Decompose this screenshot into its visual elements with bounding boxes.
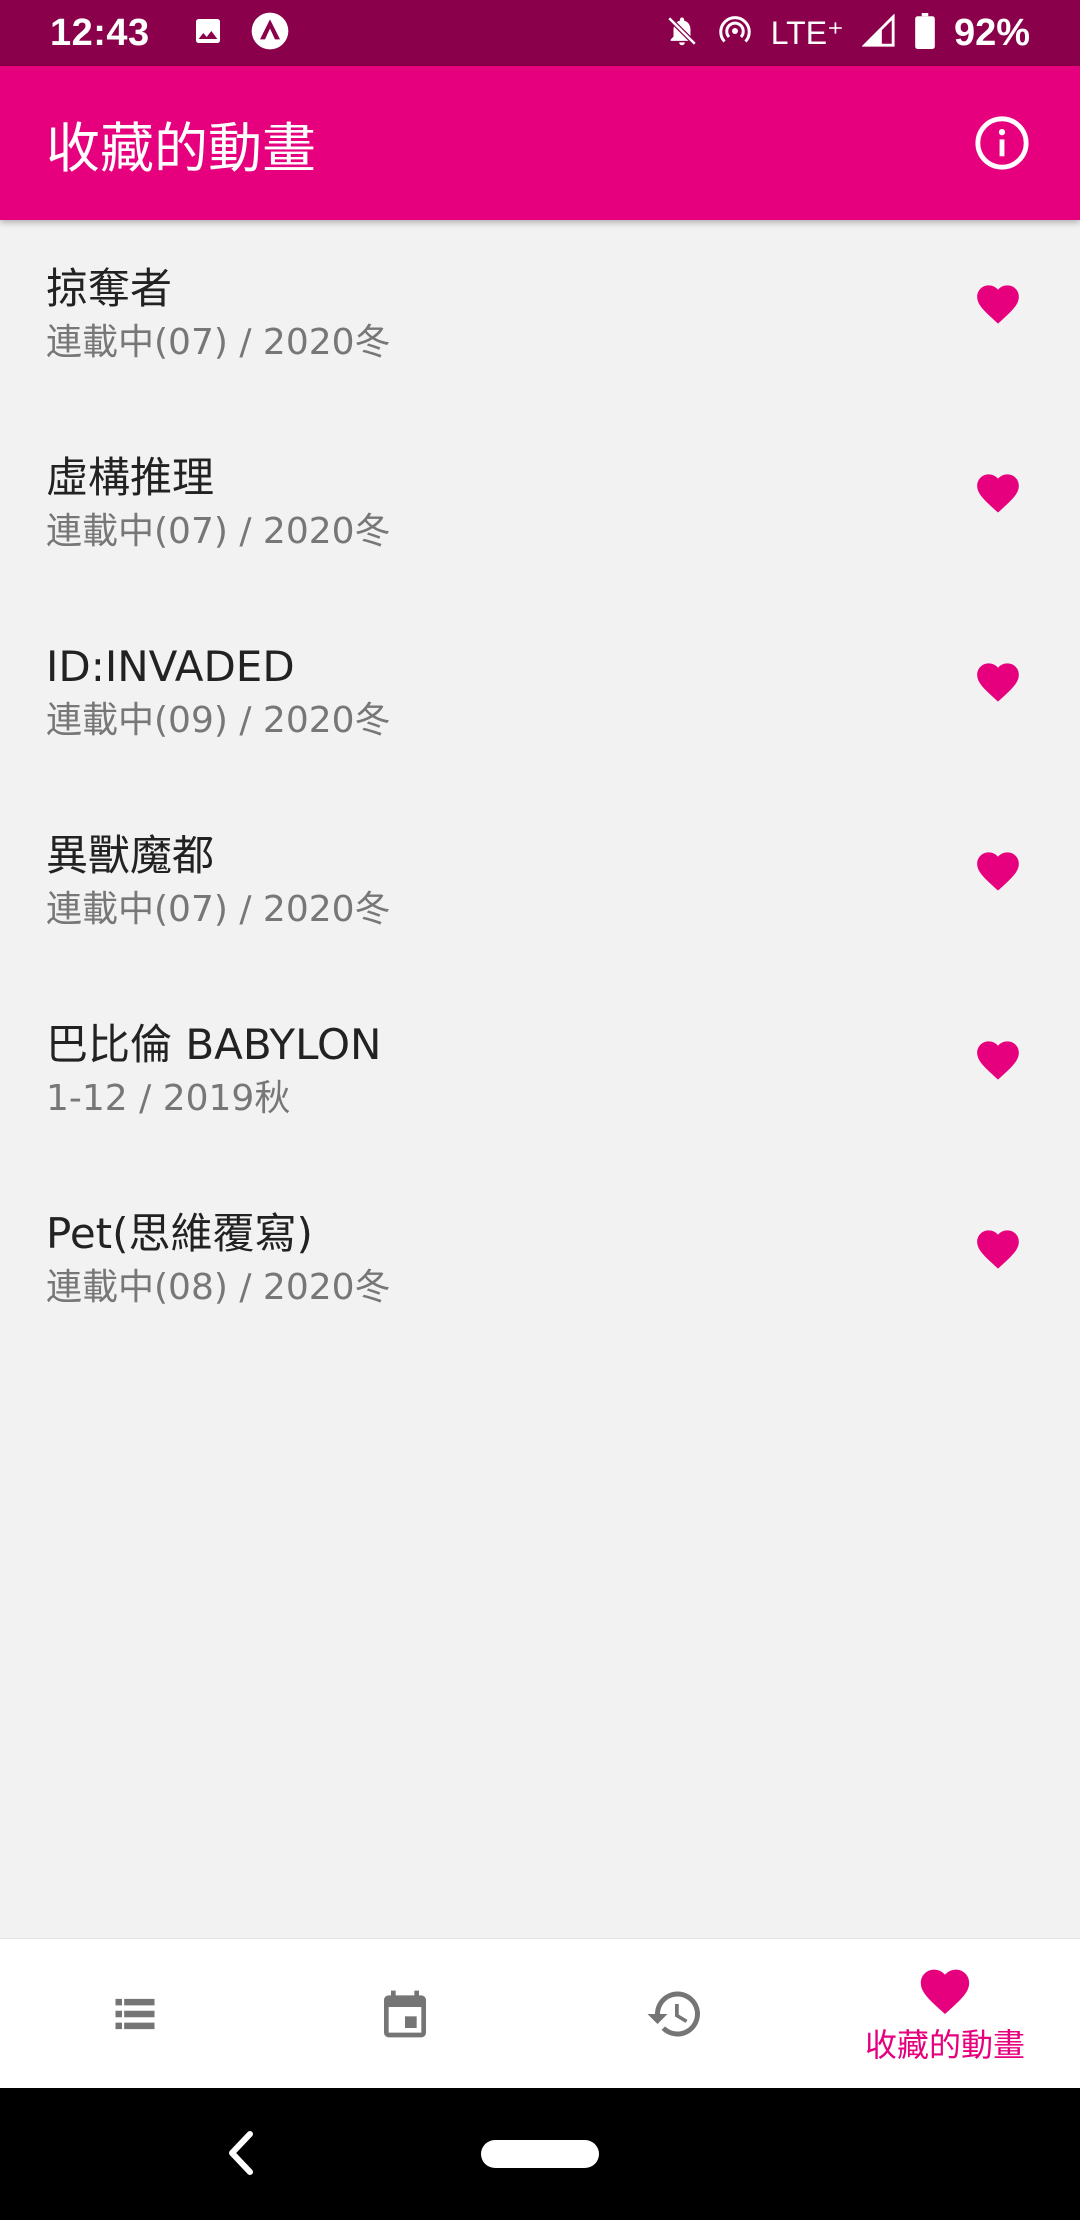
app-bar: 收藏的動畫 [0,66,1080,220]
list-item[interactable]: 異獸魔都連載中(07) / 2020冬 [0,787,1080,976]
heart-icon [977,285,1019,324]
heart-icon [977,474,1019,513]
info-button[interactable] [970,111,1034,175]
anime-status: 連載中(09) / 2020冬 [46,700,391,741]
hotspot-icon [717,13,753,54]
anime-status: 連載中(07) / 2020冬 [46,322,391,363]
signal-icon [861,12,896,53]
home-button[interactable] [481,2140,599,2168]
page-title: 收藏的動畫 [46,116,316,180]
list-item[interactable]: Pet(思維覆寫) 連載中(08) / 2020冬 [0,1165,1080,1354]
anime-status: 連載中(07) / 2020冬 [46,511,391,552]
nav-item-history[interactable] [540,1939,810,2088]
bottom-navigation: 收藏的動畫 [0,1938,1080,2088]
nav-item-list[interactable] [0,1939,270,2088]
favorite-button[interactable] [970,841,1026,897]
anime-title: 異獸魔都 [46,831,215,880]
favorite-button[interactable] [970,1030,1026,1086]
favorite-button[interactable] [970,1219,1026,1275]
mute-icon [665,14,699,53]
anime-title: 巴比倫 BABYLON [46,1020,382,1069]
status-notification-icons [192,11,290,56]
anime-title: ID:INVADED [46,642,295,691]
system-navigation-bar [0,2088,1080,2220]
heart-icon [977,852,1019,891]
nav-item-calendar[interactable] [270,1939,540,2088]
heart-icon [977,1230,1019,1269]
heart-icon [920,1969,970,2014]
list-item[interactable]: 虛構推理連載中(07) / 2020冬 [0,409,1080,598]
anime-status: 連載中(07) / 2020冬 [46,889,391,930]
status-bar: 12:43 LTE⁺ 92% [0,0,1080,66]
history-icon [647,1991,700,2036]
list-icon [115,1998,155,2029]
anime-status: 連載中(08) / 2020冬 [46,1267,391,1308]
network-type: LTE⁺ [770,15,844,51]
nav-item-favorites[interactable]: 收藏的動畫 [810,1939,1080,2088]
heart-icon [977,663,1019,702]
anime-title: 虛構推理 [46,453,215,502]
anime-title: Pet(思維覆寫) [46,1209,313,1258]
screen: 12:43 LTE⁺ 92% 收藏的動畫 掠奪者 連載中(07) / 2020冬… [0,0,1080,2220]
image-icon [192,15,224,52]
calendar-icon [384,1990,426,2037]
back-icon[interactable] [222,2128,258,2178]
info-icon [975,116,1029,170]
list-item[interactable]: 掠奪者連載中(07) / 2020冬 [0,220,1080,409]
list-item[interactable]: ID:INVADED 連載中(09) / 2020冬 [0,598,1080,787]
battery-icon [914,12,936,54]
list-item[interactable]: 巴比倫 BABYLON 1-12 / 2019秋 [0,976,1080,1165]
favorite-button[interactable] [970,652,1026,708]
heart-icon [977,1041,1019,1080]
favorite-button[interactable] [970,274,1026,330]
nav-label-favorites: 收藏的動畫 [864,2025,1025,2064]
favorite-button[interactable] [970,463,1026,519]
app-notification-icon [250,11,290,56]
favorites-list: 掠奪者 連載中(07) / 2020冬 虛構推理 連載中(07) / 2020冬 ID:… [0,220,1080,1354]
anime-title: 掠奪者 [46,264,173,313]
anime-status: 1-12 / 2019秋 [46,1078,291,1119]
status-system-icons: LTE⁺ 92% [665,12,1030,55]
status-time: 12:43 [50,11,150,54]
battery-level: 92% [953,11,1030,54]
